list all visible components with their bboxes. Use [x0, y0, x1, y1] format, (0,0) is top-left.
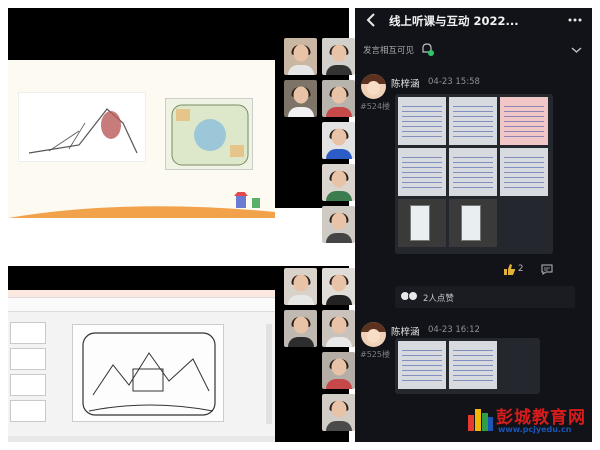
post-author: 陈梓涵 [391, 327, 420, 338]
slide-thumbnail-list[interactable] [10, 322, 50, 430]
participant-thumbnails-bottom [284, 266, 357, 442]
app-bar: 线上听课与互动 2022... [355, 8, 592, 32]
participant-video[interactable] [322, 164, 355, 201]
post-image-card [395, 338, 540, 394]
participant-video[interactable] [322, 38, 355, 75]
participant-video[interactable] [284, 80, 317, 117]
visibility-notice: 发言相互可见 [355, 38, 592, 62]
logo-url: www.pcjyedu.cn [498, 425, 572, 434]
site-watermark-logo: 彭城教育网 www.pcjyedu.cn [460, 400, 598, 442]
homework-photo[interactable] [449, 97, 497, 145]
participant-video[interactable] [322, 268, 355, 305]
post-actions: 2 [503, 264, 558, 276]
screenshot-photo[interactable] [449, 199, 497, 247]
presentation-editor [8, 290, 275, 442]
chat-post: 陈梓涵 04-23 15:58 #524楼 2 2人点赞 [355, 74, 592, 314]
homework-photo[interactable] [449, 341, 497, 389]
bell-icon[interactable] [419, 41, 435, 57]
slide-canvas[interactable] [72, 324, 224, 422]
screenshot-collage: 线上听课与互动 2022... 发言相互可见 陈梓涵 04-23 15:58 #… [0, 0, 600, 450]
homework-photo[interactable] [398, 341, 446, 389]
like-icon[interactable] [503, 264, 515, 275]
participant-video[interactable] [322, 80, 355, 117]
participant-thumbnails-top [284, 38, 357, 243]
post-floor: #524楼 [360, 102, 390, 111]
like-count: 2 [518, 264, 524, 274]
map-drawing-image [165, 98, 253, 170]
participant-video[interactable] [322, 352, 355, 389]
terrain-diagram-image [18, 92, 146, 162]
participant-video[interactable] [322, 206, 355, 243]
editor-tabbar[interactable] [8, 290, 275, 298]
post-time: 04-23 16:12 [428, 325, 480, 335]
editor-ribbon[interactable] [8, 298, 275, 312]
video-meeting-bottom [8, 266, 355, 442]
likes-summary[interactable]: 2人点赞 [395, 286, 575, 308]
avatar[interactable] [361, 322, 386, 347]
editor-right-toolbar[interactable] [266, 324, 272, 424]
liker-avatar [408, 291, 418, 301]
editor-statusbar [8, 436, 275, 442]
homework-photo[interactable] [398, 148, 446, 196]
likes-text: 2人点赞 [423, 294, 454, 304]
post-image-card [395, 94, 553, 254]
avatar[interactable] [361, 74, 386, 99]
shared-slide [8, 60, 275, 218]
homework-photo[interactable] [500, 97, 548, 145]
post-floor: #525楼 [360, 350, 390, 359]
participant-video[interactable] [284, 268, 317, 305]
notice-text: 发言相互可见 [363, 46, 415, 56]
back-icon[interactable] [365, 12, 378, 28]
homework-photo[interactable] [449, 148, 497, 196]
more-icon[interactable] [568, 16, 582, 24]
participant-video[interactable] [284, 38, 317, 75]
participant-video[interactable] [322, 394, 355, 431]
chevron-down-icon[interactable] [571, 46, 582, 54]
homework-photo[interactable] [398, 97, 446, 145]
homework-photo[interactable] [500, 148, 548, 196]
screenshot-photo[interactable] [398, 199, 446, 247]
post-author: 陈梓涵 [391, 79, 420, 90]
participant-video[interactable] [284, 310, 317, 347]
slide-decoration [8, 192, 275, 218]
mobile-chat-screen: 线上听课与互动 2022... 发言相互可见 陈梓涵 04-23 15:58 #… [355, 8, 592, 442]
video-meeting-top [8, 8, 355, 243]
participant-video[interactable] [322, 122, 355, 159]
post-time: 04-23 15:58 [428, 77, 480, 87]
logo-icon [468, 409, 493, 431]
comment-icon[interactable] [541, 264, 553, 275]
page-title: 线上听课与互动 2022... [389, 14, 519, 28]
participant-video[interactable] [322, 310, 355, 347]
